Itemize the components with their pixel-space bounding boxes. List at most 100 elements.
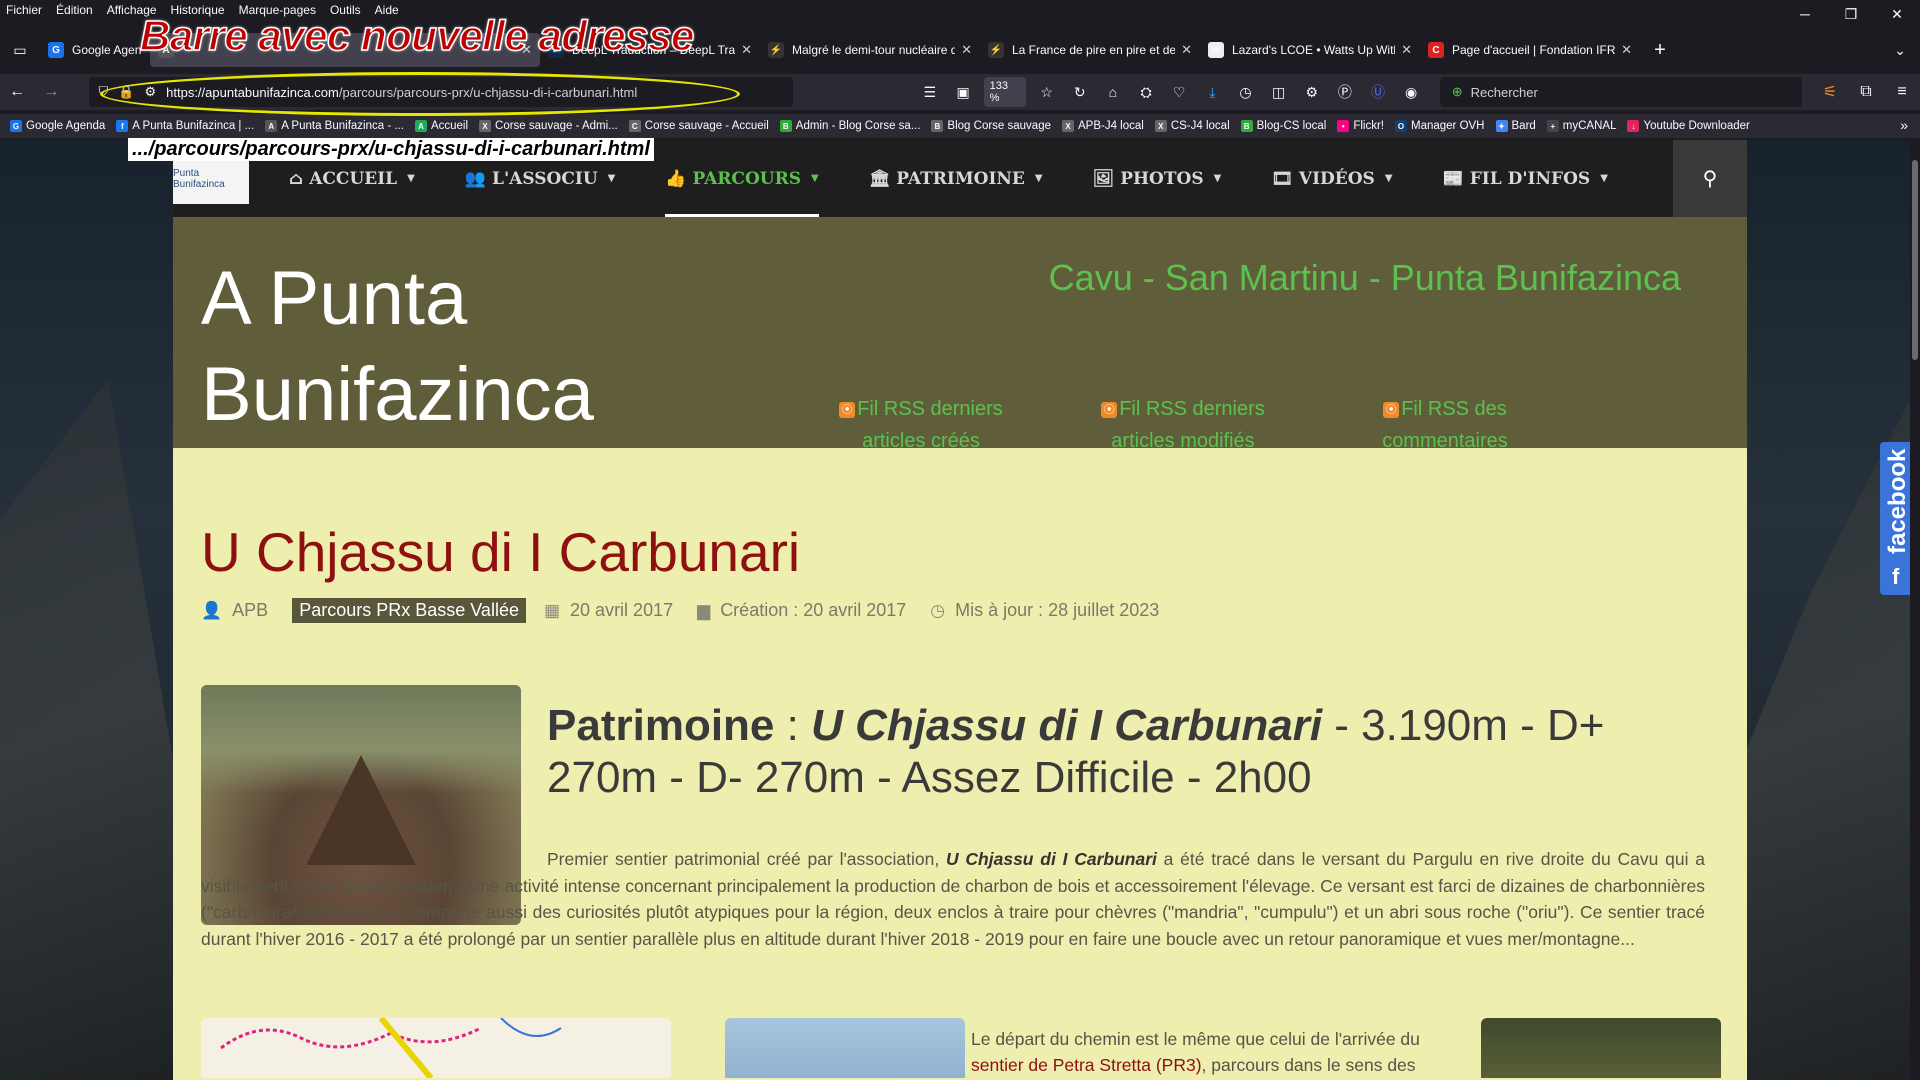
bookmark-item[interactable]: C Corse sauvage - Accueil <box>628 120 769 132</box>
browser-tab[interactable]: W Lazard's LCOE • Watts Up With ✕ <box>1200 33 1420 67</box>
site-nav-fil-d-infos[interactable]: 📰 FIL D'INFOS ▼ <box>1443 140 1608 217</box>
nav-item-label: L'ASSOCIU <box>492 168 598 189</box>
clock-icon: ◷ <box>930 600 946 620</box>
tab-favicon-icon: G <box>48 42 64 58</box>
scrollbar-thumb[interactable] <box>1912 160 1918 360</box>
zoom-level[interactable]: 133 % <box>983 77 1027 107</box>
bookmark-item[interactable]: ↓ Youtube Downloader <box>1627 120 1750 132</box>
bookmark-item[interactable]: X CS-J4 local <box>1154 120 1230 132</box>
url-actions: ☰ ▣ 133 % ☆ ↻ ⌂ ⛭ ♡ ⤓ ◷ ◫ ⚙ Ⓟ Ⓤ ◉ <box>913 76 1427 108</box>
profile-icon[interactable]: ◉ <box>1395 76 1428 108</box>
p-extension-icon[interactable]: Ⓟ <box>1328 76 1361 108</box>
bookmark-item[interactable]: B Blog-CS local <box>1240 120 1326 132</box>
bookmark-item[interactable]: ✦ Bard <box>1495 120 1536 132</box>
forward-button[interactable]: → <box>34 76 68 108</box>
tab-title: Google Agenda <box>72 43 142 57</box>
annotation-title: Barre avec nouvelle adresse <box>139 11 695 60</box>
nav-item-label: ACCUEIL <box>309 168 398 189</box>
page-scrollbar[interactable] <box>1910 140 1920 1080</box>
browser-tab[interactable]: C Page d'accueil | Fondation IFRA ✕ <box>1420 33 1640 67</box>
site-nav-patrimoine[interactable]: 🏛 PATRIMOINE ▼ <box>869 140 1043 217</box>
tab-title: Lazard's LCOE • Watts Up With <box>1232 43 1396 57</box>
category-badge[interactable]: Parcours PRx Basse Vallée <box>292 598 526 623</box>
reader-view-icon[interactable]: ☰ <box>913 76 946 108</box>
site-title[interactable]: A Punta Bunifazinca <box>201 251 721 443</box>
bookmark-item[interactable]: X APB-J4 local <box>1061 120 1144 132</box>
minimize-icon[interactable]: ─ <box>1782 0 1828 28</box>
bookmark-favicon-icon: C <box>628 120 641 132</box>
bookmark-item[interactable]: • Flickr! <box>1337 120 1384 132</box>
bookmark-label: Flickr! <box>1353 120 1384 132</box>
site-nav-photos[interactable]: 🖼 PHOTOS ▼ <box>1093 140 1222 217</box>
bookmark-label: CS-J4 local <box>1170 120 1230 132</box>
tab-list-icon[interactable]: ▭ <box>0 30 40 70</box>
pocket-icon[interactable]: ♡ <box>1163 76 1196 108</box>
bookmark-favicon-icon: A <box>414 120 427 132</box>
bookmark-item[interactable]: G Google Agenda <box>10 120 105 132</box>
settings-icon[interactable]: ⚙ <box>1295 76 1328 108</box>
site-search-icon[interactable]: ⚲ <box>1673 140 1747 217</box>
bookmark-favicon-icon: B <box>1240 120 1253 132</box>
bookmark-label: A Punta Bunifazinca | ... <box>132 120 255 132</box>
home-icon[interactable]: ⌂ <box>1096 76 1129 108</box>
bookmark-item[interactable]: + myCANAL <box>1546 120 1617 132</box>
tab-close-icon[interactable]: ✕ <box>741 42 752 58</box>
bookmark-label: myCANAL <box>1562 120 1617 132</box>
search-engine-icon[interactable]: ⊕ <box>1452 84 1463 100</box>
site-nav-parcours[interactable]: 👍 PARCOURS ▼ <box>665 140 820 217</box>
site-container: Punta Bunifazinca ⌂ ACCUEIL ▼ 👥 L'ASSOCIU ▼ 👍 P… <box>173 140 1747 1080</box>
nav-item-icon: 🖼 <box>1092 168 1115 189</box>
back-button[interactable]: ← <box>0 76 34 108</box>
bookmark-star-icon[interactable]: ☆ <box>1030 76 1063 108</box>
menu-edition[interactable]: Édition <box>49 3 100 17</box>
tab-favicon-icon: ⚡ <box>768 42 784 58</box>
bookmark-item[interactable]: O Manager OVH <box>1394 120 1485 132</box>
landscape-photo[interactable] <box>725 1018 965 1078</box>
search-bar[interactable]: ⊕ Rechercher <box>1439 77 1802 107</box>
bookmarks-overflow-icon[interactable]: » <box>1900 117 1908 133</box>
tab-close-icon[interactable]: ✕ <box>1621 42 1632 58</box>
rss-created-line1: Fil RSS derniers <box>857 398 1003 420</box>
sidebar-icon[interactable]: ◫ <box>1262 76 1295 108</box>
bookmark-item[interactable]: A Accueil <box>414 120 468 132</box>
bookmark-item[interactable]: fA Punta Bunifazinca | ... <box>116 120 254 132</box>
history-icon[interactable]: ◷ <box>1229 76 1262 108</box>
tab-close-icon[interactable]: ✕ <box>1401 42 1412 58</box>
tab-overflow-icon[interactable]: ⌄ <box>1894 42 1906 59</box>
nav-item-icon: 👥 <box>464 168 487 189</box>
extensions-icon[interactable]: ⧉ <box>1848 76 1884 108</box>
app-menu-icon[interactable]: ≡ <box>1884 76 1920 108</box>
menu-fichier[interactable]: Fichier <box>0 3 49 17</box>
picture-icon[interactable]: ▣ <box>947 76 980 108</box>
site-nav-vidéos[interactable]: 🎞 VIDÉOS ▼ <box>1271 140 1392 217</box>
tab-close-icon[interactable]: ✕ <box>961 42 972 58</box>
new-tab-button[interactable]: + <box>1640 39 1680 62</box>
extension-icon[interactable]: ⛭ <box>1129 76 1162 108</box>
article-title: U Chjassu di I Carbunari <box>201 521 801 583</box>
restore-icon[interactable]: ❐ <box>1828 0 1874 28</box>
rss-modified-line1: Fil RSS derniers <box>1119 398 1265 420</box>
nav-item-label: VIDÉOS <box>1298 168 1375 189</box>
browser-tab[interactable]: G Google Agenda <box>40 33 150 67</box>
browser-tab[interactable]: ⚡ La France de pire en pire et de P ✕ <box>980 33 1200 67</box>
petra-stretta-link[interactable]: sentier de Petra Stretta (PR3) <box>971 1055 1202 1075</box>
bookmark-favicon-icon: • <box>1337 120 1350 132</box>
browser-tab[interactable]: ⚡ Malgré le demi-tour nucléaire d ✕ <box>760 33 980 67</box>
downloads-icon[interactable]: ⤓ <box>1196 76 1229 108</box>
site-logo[interactable]: Punta Bunifazinca <box>173 153 249 204</box>
bookmark-item[interactable]: X Corse sauvage - Admi... <box>479 120 618 132</box>
bookmark-label: APB-J4 local <box>1077 120 1144 132</box>
u-extension-icon[interactable]: Ⓤ <box>1361 76 1394 108</box>
route-map-image[interactable] <box>201 1018 671 1078</box>
bookmark-item[interactable]: B Admin - Blog Corse sa... <box>779 120 920 132</box>
bookmark-favicon-icon: f <box>116 120 129 132</box>
rss-icon[interactable]: ⚟ <box>1812 76 1848 108</box>
reload-icon[interactable]: ↻ <box>1063 76 1096 108</box>
tab-close-icon[interactable]: ✕ <box>1181 42 1192 58</box>
forest-photo[interactable] <box>1481 1018 1721 1078</box>
bookmark-item[interactable]: B Blog Corse sauvage <box>931 120 1051 132</box>
close-window-icon[interactable]: ✕ <box>1874 0 1920 28</box>
tab-favicon-icon: W <box>1208 42 1224 58</box>
bookmark-item[interactable]: AA Punta Bunifazinca - ... <box>265 120 404 132</box>
bookmark-label: Corse sauvage - Accueil <box>644 120 769 132</box>
